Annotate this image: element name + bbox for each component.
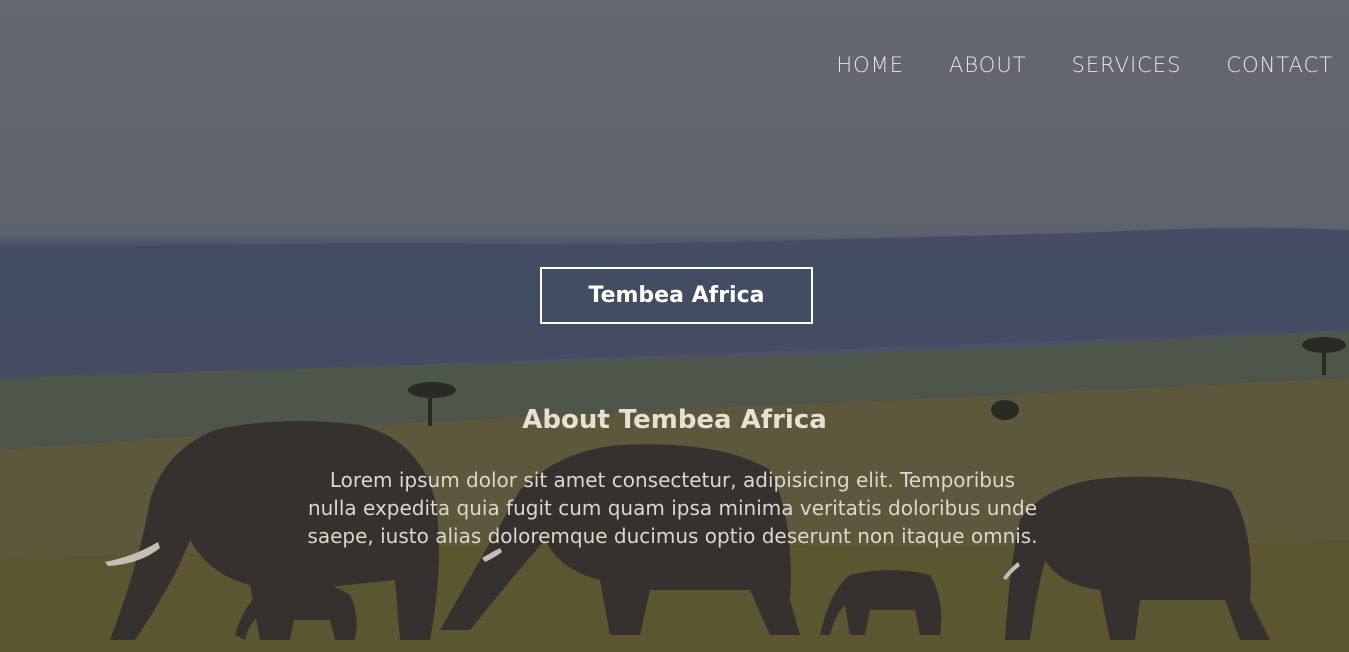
nav-about-link[interactable]: ABOUT <box>949 53 1026 77</box>
about-description: Lorem ipsum dolor sit amet consectetur, … <box>307 468 1038 548</box>
hero-background-image <box>0 0 1349 652</box>
nav-services-link[interactable]: SERVICES <box>1072 53 1182 77</box>
brand-logo-box[interactable]: Tembea Africa <box>540 267 813 324</box>
hero-dark-overlay <box>0 0 1349 652</box>
about-heading: About Tembea Africa <box>522 405 827 435</box>
nav-contact-link[interactable]: CONTACT <box>1226 53 1333 77</box>
main-navigation: HOME ABOUT SERVICES CONTACT <box>836 53 1333 77</box>
nav-home-link[interactable]: HOME <box>836 53 904 77</box>
